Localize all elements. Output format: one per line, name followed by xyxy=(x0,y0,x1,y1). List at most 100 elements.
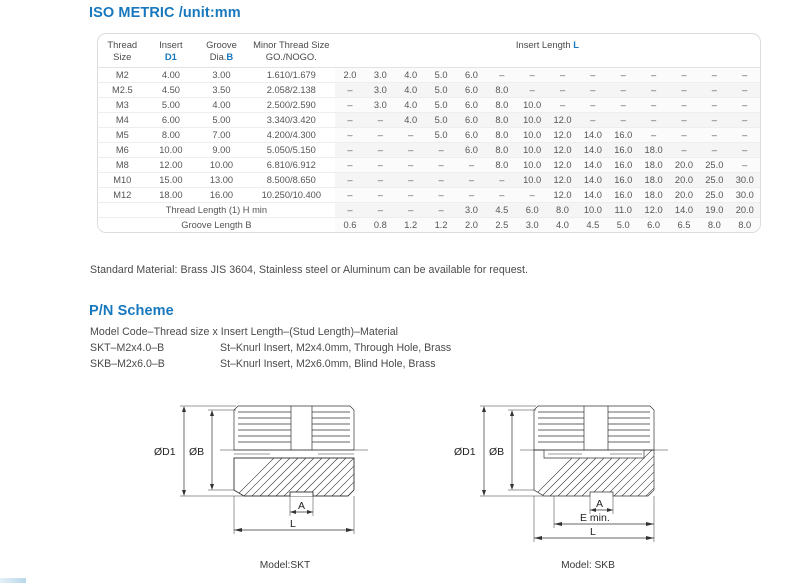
cell-insert-length-9: – xyxy=(577,82,609,98)
cell-insert-d1: 4.50 xyxy=(146,82,196,98)
cell-insert-length-1: – xyxy=(334,97,366,113)
pn-example-row: SKB–M2x6.0–B St–Knurl Insert, M2x6.0mm, B… xyxy=(90,358,436,370)
table-footer-row: Groove Length B 0.6 0.8 1.2 1.2 2.0 2.5 3.0 4.0 4… xyxy=(98,217,760,232)
standard-material-note: Standard Material: Brass JIS 3604, Stain… xyxy=(90,264,528,276)
cell-insert-length-6: 4.5 xyxy=(486,202,517,218)
cell-insert-length-10: 16.0 xyxy=(608,187,639,203)
cell-insert-length-5: 6.0 xyxy=(456,82,487,98)
cell-insert-length-3: – xyxy=(395,172,426,188)
cell-insert-length-9: – xyxy=(577,97,609,113)
cell-groove-dia-b: 3.00 xyxy=(195,67,248,83)
cell-insert-length-10: 16.0 xyxy=(608,127,639,143)
footer-row-label: Thread Length (1) H min xyxy=(98,202,335,218)
cell-insert-length-10: 16.0 xyxy=(608,142,639,158)
spec-table-header: Thread Size Insert D1 Groove Dia.B Minor… xyxy=(98,34,760,68)
table-row: M2.5 4.50 3.50 2.058/2.138–3.0 4.0 5.0 6.0 8.0–… xyxy=(98,82,760,98)
cell-insert-length-14: 30.0 xyxy=(729,187,760,203)
cell-thread-size: M3 xyxy=(98,97,147,113)
spec-table-body: M2 4.00 3.00 1.610/1.679 2.0 3.0 4.0 5.0 6.0– – – –… xyxy=(98,67,760,232)
cell-insert-length-5: 6.0 xyxy=(456,67,487,83)
cell-insert-length-3: – xyxy=(395,157,426,173)
cell-insert-length-6: 2.5 xyxy=(486,217,517,232)
header-insert-label: Insert xyxy=(159,39,183,50)
cell-groove-dia-b: 5.00 xyxy=(195,112,248,128)
page-title-iso-metric: ISO METRIC /unit:mm xyxy=(89,5,241,21)
cell-insert-length-10: – xyxy=(608,82,639,98)
cell-insert-length-2: 0.8 xyxy=(365,217,396,232)
header-minor-line1: Minor Thread Size xyxy=(253,39,330,50)
cell-insert-length-6: – xyxy=(486,172,517,188)
cell-minor-thread-size: 2.058/2.138 xyxy=(247,82,335,98)
cell-insert-length-6: 8.0 xyxy=(486,157,517,173)
cell-insert-length-12: 14.0 xyxy=(668,202,700,218)
cell-insert-length-3: – xyxy=(395,202,426,218)
cell-insert-length-6: 8.0 xyxy=(486,112,517,128)
cell-insert-length-5: 6.0 xyxy=(456,112,487,128)
table-row: M12 18.00 16.00 10.250/10.400– – – – – – –12.0 14.… xyxy=(98,187,760,203)
cell-insert-length-12: 20.0 xyxy=(668,157,700,173)
technical-drawing-skb: ØD1 ØB A E min. L xyxy=(432,398,682,553)
cell-insert-length-12: – xyxy=(668,67,700,83)
cell-minor-thread-size: 2.500/2.590 xyxy=(247,97,335,113)
cell-insert-length-1: – xyxy=(334,202,366,218)
cell-insert-length-5: 6.0 xyxy=(456,97,487,113)
cell-insert-length-10: 5.0 xyxy=(608,217,639,232)
cell-insert-length-2: – xyxy=(365,142,396,158)
cell-insert-length-4: 5.0 xyxy=(425,112,457,128)
cell-insert-d1: 6.00 xyxy=(146,112,196,128)
cell-insert-length-12: – xyxy=(668,112,700,128)
cell-insert-length-1: – xyxy=(334,187,366,203)
cell-insert-length-14: – xyxy=(729,142,760,158)
cell-thread-size: M2 xyxy=(98,67,147,83)
cell-insert-length-10: 16.0 xyxy=(608,157,639,173)
cell-thread-size: M6 xyxy=(98,142,147,158)
skb-dim-e-label: E min. xyxy=(580,512,610,524)
table-row: M5 8.00 7.00 4.200/4.300– – –5.0 6.0 8.0 10.0 12.… xyxy=(98,127,760,143)
cell-insert-length-3: 4.0 xyxy=(395,82,426,98)
cell-insert-length-7: 10.0 xyxy=(516,112,548,128)
cell-insert-length-4: 5.0 xyxy=(425,67,457,83)
cell-insert-length-5: 3.0 xyxy=(456,202,487,218)
skb-dim-d1-label: ØD1 xyxy=(454,446,476,458)
cell-thread-size: M4 xyxy=(98,112,147,128)
table-row: M10 15.00 13.00 8.500/8.650– – – – – –10.0 12.0 14… xyxy=(98,172,760,188)
cell-insert-length-2: 3.0 xyxy=(365,82,396,98)
pn-example-code: SKB–M2x6.0–B xyxy=(90,358,165,370)
cell-insert-length-14: – xyxy=(729,82,760,98)
cell-insert-length-1: – xyxy=(334,82,366,98)
cell-insert-length-2: – xyxy=(365,157,396,173)
drawing-caption-skb: Model: SKB xyxy=(561,560,615,571)
table-row: M6 10.00 9.00 5.050/5.150– – – –6.0 8.0 10.0 12.0… xyxy=(98,142,760,158)
cell-insert-length-3: 4.0 xyxy=(395,112,426,128)
cell-insert-length-5: 6.0 xyxy=(456,127,487,143)
skb-dim-a-label: A xyxy=(596,498,603,510)
cell-insert-length-13: – xyxy=(699,142,730,158)
cell-insert-length-8: – xyxy=(547,97,578,113)
cell-insert-d1: 15.00 xyxy=(146,172,196,188)
cell-minor-thread-size: 5.050/5.150 xyxy=(247,142,335,158)
cell-insert-length-11: 12.0 xyxy=(638,202,669,218)
cell-insert-length-9: 14.0 xyxy=(577,172,609,188)
cell-insert-length-14: – xyxy=(729,157,760,173)
cell-insert-length-9: 14.0 xyxy=(577,157,609,173)
cell-insert-length-11: 18.0 xyxy=(638,187,669,203)
cell-insert-d1: 10.00 xyxy=(146,142,196,158)
cell-insert-length-12: 6.5 xyxy=(668,217,700,232)
page-footer-edge xyxy=(0,578,26,583)
cell-insert-length-13: 25.0 xyxy=(699,157,730,173)
cell-insert-length-8: 12.0 xyxy=(547,127,578,143)
cell-insert-length-10: – xyxy=(608,112,639,128)
cell-insert-length-14: – xyxy=(729,97,760,113)
cell-insert-length-3: – xyxy=(395,127,426,143)
technical-drawing-skt: ØD1 ØB A L xyxy=(132,398,382,553)
drawing-caption-skt: Model:SKT xyxy=(259,560,311,571)
cell-insert-length-14: 8.0 xyxy=(729,217,760,232)
cell-insert-length-1: – xyxy=(334,157,366,173)
cell-insert-length-8: – xyxy=(547,67,578,83)
header-groove-dia-b: Groove Dia.B xyxy=(195,34,248,68)
cell-insert-length-12: – xyxy=(668,97,700,113)
cell-insert-length-12: – xyxy=(668,142,700,158)
cell-insert-length-7: 3.0 xyxy=(516,217,548,232)
cell-insert-length-10: 11.0 xyxy=(608,202,639,218)
cell-insert-length-1: – xyxy=(334,127,366,143)
